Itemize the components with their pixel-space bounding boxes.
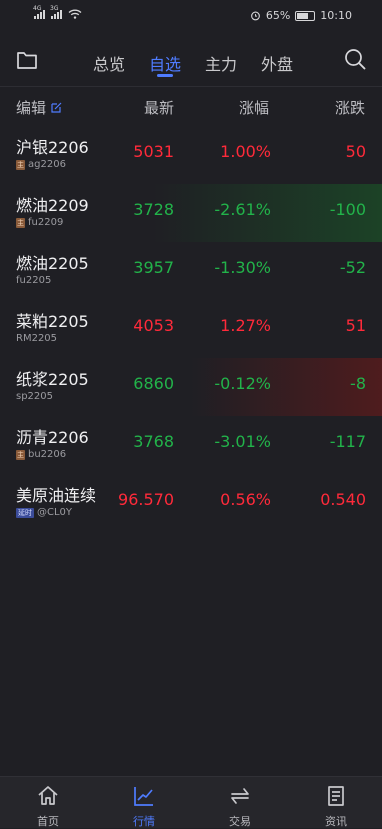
header-latest[interactable]: 最新	[144, 97, 174, 118]
tab-main-contracts[interactable]: 主力	[205, 51, 237, 77]
signal-label: 4G	[33, 5, 42, 12]
home-icon	[38, 786, 58, 805]
quote-row[interactable]: 燃油2205 fu2205 3957 -1.30% -52	[0, 242, 382, 300]
trade-arrows-icon	[231, 788, 249, 804]
main-contract-badge: 主	[16, 449, 25, 460]
edit-button[interactable]: 编辑	[16, 97, 62, 118]
edit-icon	[51, 102, 62, 113]
quote-row[interactable]: 纸浆2205 sp2205 6860 -0.12% -8	[0, 358, 382, 416]
change-percent: -0.12%	[214, 374, 271, 393]
contract-code: ag2206	[28, 159, 66, 170]
clock: 10:10	[320, 9, 352, 22]
contract-code-line: 主 ag2206	[16, 159, 66, 170]
latest-price: 3768	[133, 432, 174, 451]
tab-overview[interactable]: 总览	[93, 51, 125, 77]
change-percent: 1.27%	[220, 316, 271, 335]
battery-icon	[295, 10, 316, 21]
market-tabs: 总览 自选 主力 外盘	[93, 51, 293, 77]
contract-code: sp2205	[16, 391, 54, 402]
contract-code: fu2205	[16, 275, 52, 286]
delayed-badge: 延时	[16, 507, 34, 518]
change-percent: -2.61%	[214, 200, 271, 219]
nav-home[interactable]: 首页	[0, 777, 96, 828]
change-percent: 0.56%	[220, 490, 271, 509]
contract-code: RM2205	[16, 333, 58, 344]
contract-name: 沪银2206	[16, 138, 89, 157]
edit-label: 编辑	[16, 99, 47, 117]
status-left: 4G 3G	[33, 5, 82, 19]
signal-label: 3G	[50, 5, 59, 12]
contract-code-line: 延时 @CL0Y	[16, 507, 72, 518]
contract-code-line: 主 fu2209	[16, 217, 63, 228]
quote-row[interactable]: 美原油连续延时 @CL0Y 96.570 0.56% 0.540	[0, 474, 382, 532]
change-value: -100	[329, 200, 366, 219]
change-percent: 1.00%	[220, 142, 271, 161]
tab-watchlist[interactable]: 自选	[149, 51, 181, 77]
contract-code: @CL0Y	[37, 507, 73, 518]
search-icon[interactable]	[344, 48, 366, 70]
bottom-nav: 首页 行情 交易 资讯	[0, 776, 382, 828]
header-change[interactable]: 涨跌	[335, 97, 365, 118]
tab-foreign-markets[interactable]: 外盘	[261, 51, 293, 77]
change-value: -52	[339, 258, 366, 277]
signal-icon-4g: 4G	[33, 5, 45, 19]
main-contract-badge: 主	[16, 217, 25, 228]
nav-news[interactable]: 资讯	[288, 777, 382, 828]
latest-price: 96.570	[118, 490, 174, 509]
header-change-pct[interactable]: 涨幅	[239, 97, 269, 118]
alarm-icon	[250, 11, 260, 21]
latest-price: 6860	[133, 374, 174, 393]
contract-code-line: RM2205	[16, 333, 57, 344]
contract-code-line: 主 bu2206	[16, 449, 66, 460]
contract-name: 菜粕2205	[16, 312, 89, 331]
latest-price: 3728	[133, 200, 174, 219]
contract-code: fu2209	[28, 217, 64, 228]
latest-price: 3957	[133, 258, 174, 277]
latest-price: 5031	[133, 142, 174, 161]
status-right: 65% 10:10	[250, 9, 352, 22]
change-percent: -3.01%	[214, 432, 271, 451]
quote-row[interactable]: 沥青2206 主 bu2206 3768 -3.01% -117	[0, 416, 382, 474]
change-value: 50	[345, 142, 366, 161]
contract-name: 燃油2205	[16, 254, 89, 273]
contract-name: 沥青2206	[16, 428, 89, 447]
news-document-icon	[328, 786, 344, 806]
top-nav: 总览 自选 主力 外盘	[0, 34, 382, 87]
signal-icon-3g: 3G	[50, 5, 62, 19]
change-value: -8	[350, 374, 366, 393]
latest-price: 4053	[133, 316, 174, 335]
nav-trade[interactable]: 交易	[192, 777, 288, 828]
quote-row[interactable]: 燃油2209 主 fu2209 3728 -2.61% -100	[0, 184, 382, 242]
change-value: -117	[329, 432, 366, 451]
change-value: 0.540	[320, 490, 366, 509]
wifi-icon	[68, 9, 82, 19]
chart-trend-icon	[134, 787, 153, 806]
nav-market[interactable]: 行情	[96, 777, 192, 828]
column-header: 编辑 最新 涨幅 涨跌	[0, 86, 382, 126]
folder-icon[interactable]	[16, 50, 38, 70]
main-contract-badge: 主	[16, 159, 25, 170]
change-value: 51	[345, 316, 366, 335]
contract-code-line: sp2205	[16, 391, 53, 402]
change-percent: -1.30%	[214, 258, 271, 277]
contract-name: 纸浆2205	[16, 370, 89, 389]
contract-name: 美原油连续	[16, 486, 97, 505]
contract-code: bu2206	[28, 449, 67, 460]
quote-row[interactable]: 菜粕2205 RM2205 4053 1.27% 51	[0, 300, 382, 358]
contract-name: 燃油2209	[16, 196, 89, 215]
contract-code-line: fu2205	[16, 275, 51, 286]
battery-percent: 65%	[265, 9, 291, 22]
quote-row[interactable]: 沪银2206 主 ag2206 5031 1.00% 50	[0, 126, 382, 184]
status-bar: 4G 3G 65% 10:10	[0, 0, 382, 34]
